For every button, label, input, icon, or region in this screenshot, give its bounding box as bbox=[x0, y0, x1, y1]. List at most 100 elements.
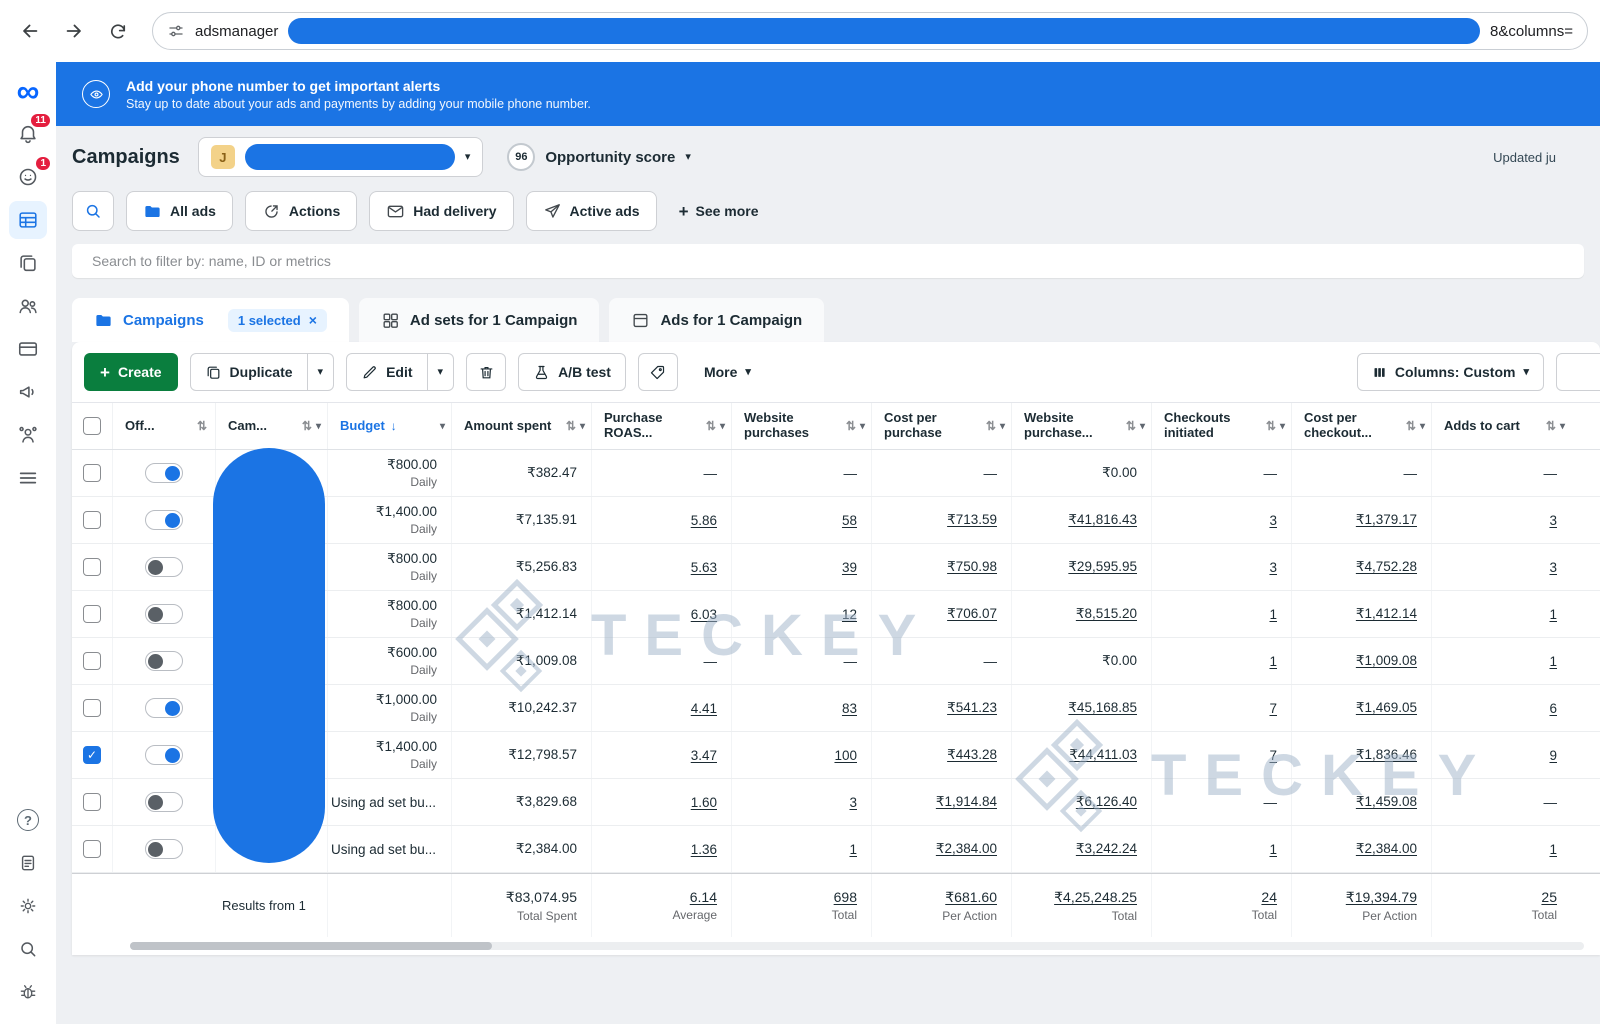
metric-value[interactable]: 1.36 bbox=[691, 842, 717, 857]
row-checkbox[interactable] bbox=[83, 605, 101, 623]
sidebar-item-pages[interactable] bbox=[9, 244, 47, 282]
metric-value[interactable]: ₹1,836.46 bbox=[1356, 747, 1417, 763]
sidebar-item-notifications[interactable]: 11 bbox=[9, 115, 47, 153]
row-checkbox[interactable]: ✓ bbox=[83, 746, 101, 764]
row-checkbox[interactable] bbox=[83, 699, 101, 717]
column-menu-caret-icon[interactable]: ▾ bbox=[1000, 421, 1005, 432]
metric-value[interactable]: ₹2,384.00 bbox=[1356, 841, 1417, 857]
sort-icon[interactable]: ⇅ bbox=[1266, 419, 1276, 433]
scrollbar-thumb[interactable] bbox=[130, 942, 492, 950]
column-menu-caret-icon[interactable]: ▾ bbox=[440, 421, 445, 432]
sort-icon[interactable]: ⇅ bbox=[706, 419, 716, 433]
filter-actions[interactable]: Actions bbox=[245, 191, 357, 231]
campaign-toggle[interactable] bbox=[145, 463, 183, 483]
filter-see-more[interactable]: + See more bbox=[669, 191, 769, 231]
metric-value[interactable]: ₹8,515.20 bbox=[1076, 606, 1137, 622]
footer-value[interactable]: 25 bbox=[1541, 889, 1557, 905]
sidebar-item-account[interactable]: 1 bbox=[9, 158, 47, 196]
metric-value[interactable]: ₹1,412.14 bbox=[1356, 606, 1417, 622]
column-header-cpc[interactable]: Cost per checkout...⇅▾ bbox=[1291, 403, 1431, 449]
url-bar[interactable]: adsmanager 8&columns= bbox=[152, 12, 1588, 50]
footer-value[interactable]: ₹19,394.79 bbox=[1346, 889, 1417, 906]
row-checkbox[interactable] bbox=[83, 511, 101, 529]
row-checkbox[interactable] bbox=[83, 652, 101, 670]
column-menu-caret-icon[interactable]: ▾ bbox=[1560, 421, 1565, 432]
more-button[interactable]: More ▾ bbox=[690, 353, 765, 391]
column-menu-caret-icon[interactable]: ▾ bbox=[1140, 421, 1145, 432]
footer-value[interactable]: ₹681.60 bbox=[945, 889, 997, 906]
sidebar-item-campaigns[interactable] bbox=[9, 201, 47, 239]
campaign-toggle[interactable] bbox=[145, 651, 183, 671]
site-settings-icon[interactable] bbox=[167, 22, 185, 40]
chevron-down-icon[interactable]: ▾ bbox=[465, 152, 471, 163]
create-button[interactable]: + Create bbox=[84, 353, 178, 391]
column-menu-caret-icon[interactable]: ▾ bbox=[580, 421, 585, 432]
metric-value[interactable]: ₹1,009.08 bbox=[1356, 653, 1417, 669]
row-checkbox[interactable] bbox=[83, 558, 101, 576]
metric-value[interactable]: 58 bbox=[842, 513, 857, 528]
metric-value[interactable]: 5.86 bbox=[691, 513, 717, 528]
campaign-toggle[interactable] bbox=[145, 745, 183, 765]
column-menu-caret-icon[interactable]: ▾ bbox=[1280, 421, 1285, 432]
sort-icon[interactable]: ⇅ bbox=[986, 419, 996, 433]
metric-value[interactable]: ₹1,914.84 bbox=[936, 794, 997, 810]
browser-reload-button[interactable] bbox=[100, 13, 136, 49]
row-checkbox[interactable] bbox=[83, 793, 101, 811]
metric-value[interactable]: ₹713.59 bbox=[947, 512, 997, 528]
sidebar-item-menu[interactable] bbox=[9, 459, 47, 497]
ab-test-button[interactable]: A/B test bbox=[518, 353, 626, 391]
browser-back-button[interactable] bbox=[12, 13, 48, 49]
sort-icon[interactable]: ⇅ bbox=[1546, 419, 1556, 433]
columns-button[interactable]: Columns: Custom ▾ bbox=[1357, 353, 1544, 391]
metric-value[interactable]: 83 bbox=[842, 701, 857, 716]
browser-forward-button[interactable] bbox=[56, 13, 92, 49]
metric-value[interactable]: 1 bbox=[1549, 842, 1557, 857]
metric-value[interactable]: 1 bbox=[1269, 607, 1277, 622]
meta-logo[interactable]: ∞ bbox=[9, 72, 47, 110]
delete-button[interactable] bbox=[466, 353, 506, 391]
metric-value[interactable]: ₹2,384.00 bbox=[936, 841, 997, 857]
sidebar-item-search[interactable] bbox=[9, 930, 47, 968]
clipped-toolbar-button[interactable] bbox=[1556, 353, 1600, 391]
metric-value[interactable]: 1 bbox=[1269, 842, 1277, 857]
column-menu-caret-icon[interactable]: ▾ bbox=[1420, 421, 1425, 432]
metric-value[interactable]: 6 bbox=[1549, 701, 1557, 716]
column-header-roas[interactable]: Purchase ROAS...⇅▾ bbox=[591, 403, 731, 449]
duplicate-button[interactable]: Duplicate ▾ bbox=[190, 353, 335, 391]
column-header-purchases[interactable]: Website purchases⇅▾ bbox=[731, 403, 871, 449]
metric-value[interactable]: ₹6,126.40 bbox=[1076, 794, 1137, 810]
metric-value[interactable]: ₹706.07 bbox=[947, 606, 997, 622]
column-header-spent[interactable]: Amount spent⇅▾ bbox=[451, 403, 591, 449]
metric-value[interactable]: 4.41 bbox=[691, 701, 717, 716]
metric-value[interactable]: 7 bbox=[1269, 701, 1277, 716]
metric-value[interactable]: ₹750.98 bbox=[947, 559, 997, 575]
sidebar-item-help[interactable]: ? bbox=[9, 801, 47, 839]
campaign-toggle[interactable] bbox=[145, 698, 183, 718]
metric-value[interactable]: 1 bbox=[849, 842, 857, 857]
column-header-checkouts[interactable]: Checkouts initiated⇅▾ bbox=[1151, 403, 1291, 449]
tab-ads[interactable]: Ads for 1 Campaign bbox=[609, 298, 824, 342]
sidebar-item-business[interactable] bbox=[9, 416, 47, 454]
metric-value[interactable]: 1 bbox=[1549, 654, 1557, 669]
filter-all-ads[interactable]: All ads bbox=[126, 191, 233, 231]
metric-value[interactable]: ₹1,379.17 bbox=[1356, 512, 1417, 528]
sort-icon[interactable]: ⇅ bbox=[302, 419, 312, 433]
metric-value[interactable]: ₹443.28 bbox=[947, 747, 997, 763]
campaign-toggle[interactable] bbox=[145, 510, 183, 530]
metric-value[interactable]: 3 bbox=[1549, 560, 1557, 575]
sidebar-item-ads[interactable] bbox=[9, 373, 47, 411]
opportunity-score[interactable]: 96 Opportunity score ▾ bbox=[507, 143, 691, 171]
metric-value[interactable]: ₹4,752.28 bbox=[1356, 559, 1417, 575]
filter-had-delivery[interactable]: Had delivery bbox=[369, 191, 513, 231]
metric-value[interactable]: 100 bbox=[834, 748, 857, 763]
metric-value[interactable]: 5.63 bbox=[691, 560, 717, 575]
filter-active-ads[interactable]: Active ads bbox=[526, 191, 657, 231]
sidebar-item-billing[interactable] bbox=[9, 330, 47, 368]
metric-value[interactable]: 1.60 bbox=[691, 795, 717, 810]
metric-value[interactable]: ₹1,469.05 bbox=[1356, 700, 1417, 716]
row-checkbox[interactable] bbox=[83, 840, 101, 858]
chevron-down-icon[interactable]: ▾ bbox=[685, 152, 691, 163]
metric-value[interactable]: ₹45,168.85 bbox=[1068, 700, 1137, 716]
edit-dropdown[interactable]: ▾ bbox=[427, 354, 454, 390]
column-menu-caret-icon[interactable]: ▾ bbox=[720, 421, 725, 432]
